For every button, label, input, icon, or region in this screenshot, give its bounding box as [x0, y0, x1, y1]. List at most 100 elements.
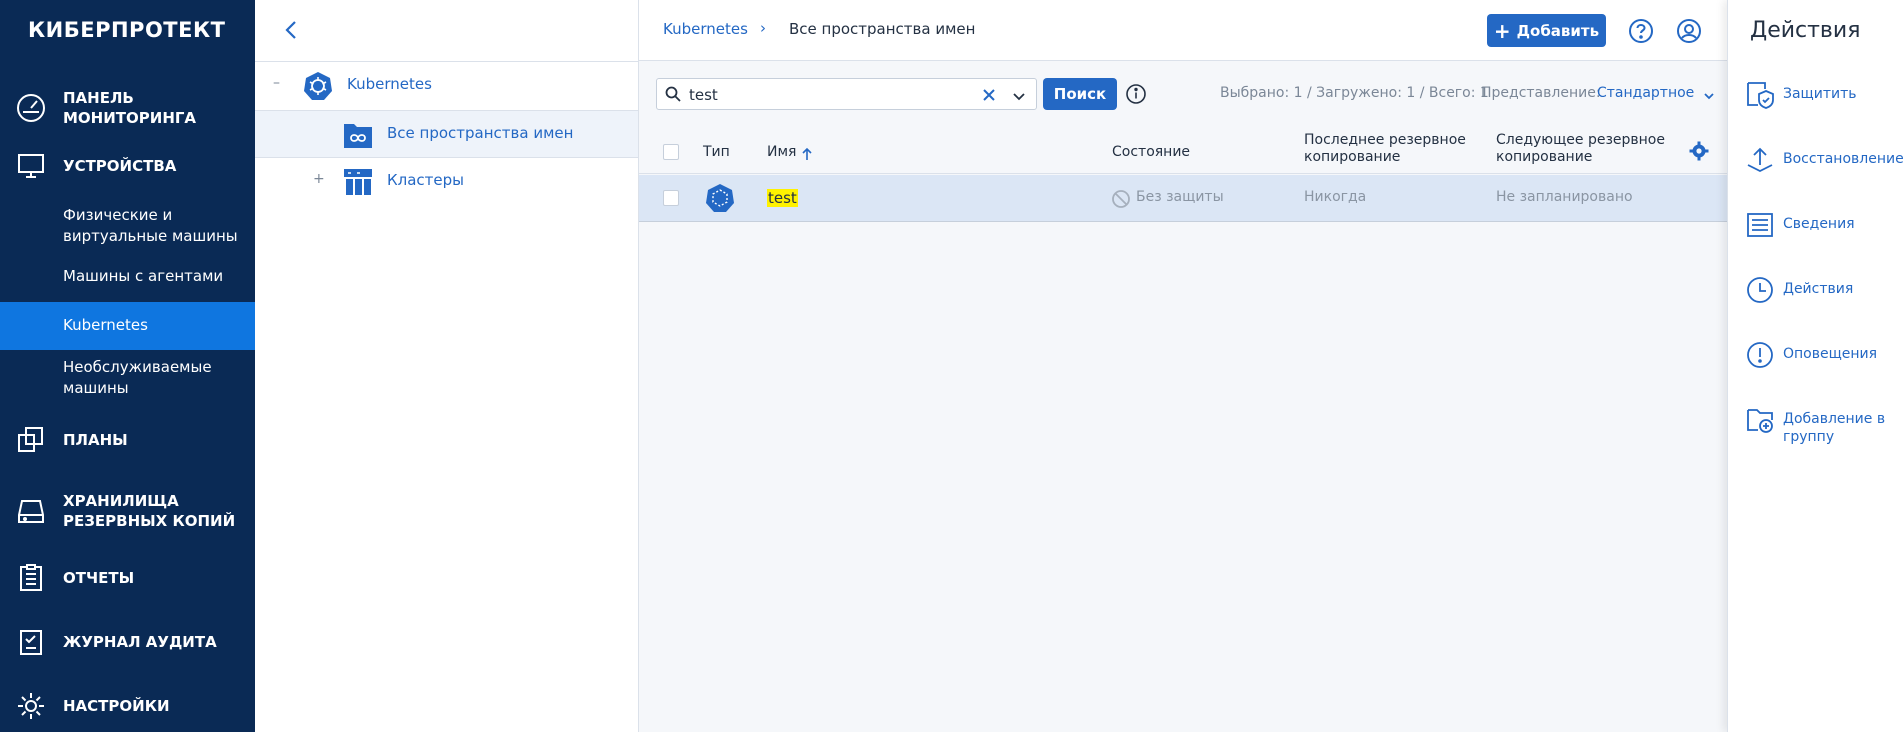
action-label: Оповещения	[1783, 346, 1878, 362]
main-navigation: КИБЕРПРОТЕКТ ПАНЕЛЬ МОНИТОРИНГА УСТРОЙСТ…	[0, 0, 255, 732]
tree-panel: – Kubernetes Все пространства имен + Кла…	[255, 0, 639, 732]
tree-item-kubernetes[interactable]: – Kubernetes	[255, 62, 638, 110]
nav-item-settings[interactable]: НАСТРОЙКИ	[0, 686, 255, 726]
nav-sub-physical-virtual[interactable]: Физические и виртуальные машины	[0, 205, 255, 255]
sort-ascending-icon[interactable]	[802, 146, 812, 165]
restore-icon	[1745, 145, 1775, 175]
clusters-icon	[343, 167, 373, 197]
view-selector[interactable]: Стандартное	[1597, 85, 1694, 101]
action-restore[interactable]: Восстановление	[1728, 145, 1904, 195]
action-alerts[interactable]: Оповещения	[1728, 340, 1904, 390]
search-value: test	[689, 86, 718, 104]
nav-label: НАСТРОЙКИ	[63, 697, 170, 715]
audit-icon	[14, 625, 48, 659]
column-type[interactable]: Тип	[703, 144, 730, 161]
user-account-icon[interactable]	[1676, 18, 1702, 44]
row-status: Без защиты	[1136, 189, 1224, 205]
add-button[interactable]: + Добавить	[1487, 14, 1606, 47]
shield-icon	[1745, 80, 1775, 110]
nav-label: ПЛАНЫ	[63, 431, 128, 449]
nav-label: ОТЧЕТЫ	[63, 569, 135, 587]
action-add-to-group[interactable]: Добавление в группу	[1728, 405, 1904, 455]
nav-label: ПАНЕЛЬ МОНИТОРИНГА	[63, 89, 197, 127]
column-status[interactable]: Состояние	[1112, 144, 1190, 161]
kubernetes-icon	[303, 71, 333, 101]
nav-item-reports[interactable]: ОТЧЕТЫ	[0, 558, 255, 598]
gear-icon	[14, 689, 48, 723]
main-content: Kubernetes › Все пространства имен + Доб…	[639, 0, 1727, 732]
nav-sub-agent-machines[interactable]: Машины с агентами	[0, 266, 255, 290]
help-icon[interactable]	[1628, 18, 1654, 44]
breadcrumb-separator: ›	[760, 19, 766, 37]
view-label: Представление:	[1481, 85, 1601, 101]
nav-item-dashboard[interactable]: ПАНЕЛЬ МОНИТОРИНГА	[0, 80, 255, 136]
nav-item-plans[interactable]: ПЛАНЫ	[0, 420, 255, 460]
collapse-toggle[interactable]: –	[273, 75, 280, 91]
details-icon	[1745, 210, 1775, 240]
reports-icon	[14, 561, 48, 595]
alert-icon	[1745, 340, 1775, 370]
tree-item-label: Все пространства имен	[387, 124, 574, 142]
action-activities[interactable]: Действия	[1728, 275, 1904, 325]
row-next-backup: Не запланировано	[1496, 189, 1633, 205]
actions-title: Действия	[1750, 18, 1861, 43]
action-details[interactable]: Сведения	[1728, 210, 1904, 260]
tree-item-all-namespaces[interactable]: Все пространства имен	[255, 110, 638, 158]
back-arrow-icon[interactable]	[279, 17, 305, 43]
plus-icon: +	[1493, 18, 1511, 43]
nav-item-devices[interactable]: УСТРОЙСТВА	[0, 146, 255, 186]
select-all-checkbox[interactable]	[663, 144, 679, 160]
nav-label: ЖУРНАЛ АУДИТА	[63, 633, 217, 651]
nav-sub-kubernetes[interactable]: Kubernetes	[0, 302, 255, 350]
tree-panel-header	[255, 0, 638, 62]
tree-item-label: Кластеры	[387, 171, 465, 189]
tree-item-clusters[interactable]: + Кластеры	[255, 158, 638, 206]
brand-logo: КИБЕРПРОТЕКТ	[28, 18, 226, 42]
add-button-label: Добавить	[1516, 21, 1600, 40]
action-label: Защитить	[1783, 86, 1857, 102]
nav-sub-label: Машины с агентами	[63, 267, 224, 285]
table-toolbar: test Поиск Выбрано: 1 / Загружено: 1 / В…	[639, 62, 1727, 124]
row-last-backup: Никогда	[1304, 189, 1367, 205]
selection-stats: Выбрано: 1 / Загружено: 1 / Всего: 1	[1220, 85, 1489, 101]
monitor-icon	[14, 149, 48, 183]
clear-search-icon[interactable]	[982, 87, 996, 106]
column-last-backup[interactable]: Последнее резервное копирование	[1304, 132, 1466, 166]
table-header: Тип Имя Состояние Последнее резервное ко…	[639, 130, 1727, 174]
nav-sub-unmanaged-machines[interactable]: Необслуживаемые машины	[0, 357, 255, 407]
nav-sub-label: Kubernetes	[63, 316, 148, 334]
chevron-down-icon[interactable]	[1012, 88, 1026, 107]
search-button[interactable]: Поиск	[1043, 78, 1117, 110]
no-protection-icon	[1111, 189, 1131, 213]
row-checkbox[interactable]	[663, 190, 679, 206]
plans-icon	[14, 423, 48, 457]
action-label: Восстановление	[1783, 151, 1904, 167]
action-label: Сведения	[1783, 216, 1855, 232]
actions-panel: Действия Защитить Восстановление Сведени…	[1727, 0, 1904, 732]
search-input[interactable]: test	[656, 78, 1037, 110]
namespace-type-icon	[705, 183, 735, 217]
column-settings-gear-icon[interactable]	[1689, 141, 1709, 165]
add-to-group-icon	[1745, 405, 1775, 435]
column-name[interactable]: Имя	[767, 144, 796, 161]
column-next-backup[interactable]: Следующее резервное копирование	[1496, 132, 1665, 166]
table-row[interactable]: test Без защиты Никогда Не запланировано	[639, 175, 1727, 222]
tree-item-label: Kubernetes	[347, 75, 432, 93]
nav-item-audit-log[interactable]: ЖУРНАЛ АУДИТА	[0, 622, 255, 662]
info-icon[interactable]	[1125, 83, 1147, 109]
page-header: Kubernetes › Все пространства имен + Доб…	[639, 0, 1727, 61]
namespaces-icon	[343, 121, 373, 149]
nav-sub-label: Необслуживаемые машины	[63, 358, 212, 397]
search-icon	[665, 86, 681, 106]
nav-item-backup-storage[interactable]: ХРАНИЛИЩА РЕЗЕРВНЫХ КОПИЙ	[0, 486, 255, 536]
row-name[interactable]: test	[767, 189, 798, 207]
action-protect[interactable]: Защитить	[1728, 80, 1904, 130]
clock-icon	[1745, 275, 1775, 305]
breadcrumb-root[interactable]: Kubernetes	[663, 20, 748, 38]
storage-icon	[14, 494, 48, 528]
nav-sub-label: Физические и виртуальные машины	[63, 206, 238, 245]
action-label: Действия	[1783, 281, 1854, 297]
breadcrumb-current: Все пространства имен	[789, 20, 976, 38]
view-chevron-icon[interactable]	[1703, 87, 1715, 106]
expand-toggle[interactable]: +	[313, 171, 325, 187]
